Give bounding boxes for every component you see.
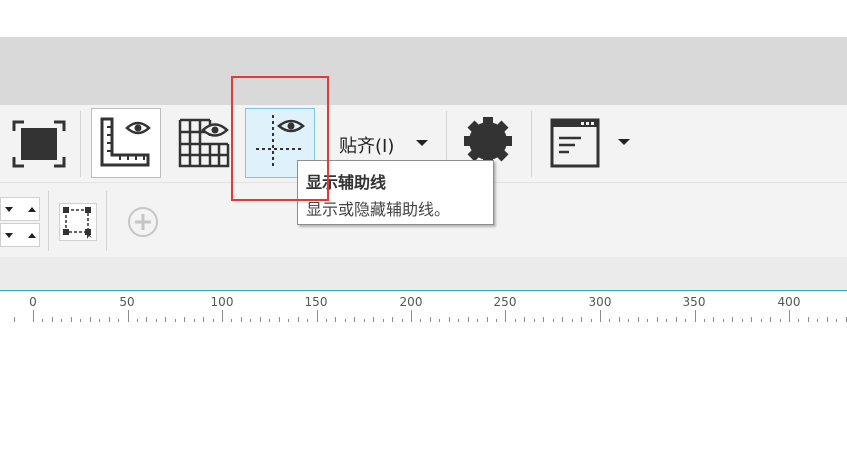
ruler-label: 300: [588, 295, 612, 309]
ruler-tick: [128, 310, 129, 322]
show-grid-icon: [178, 118, 230, 168]
propbar-separator: [106, 191, 107, 251]
ruler-tick: [789, 310, 790, 322]
spinner-top[interactable]: [0, 197, 40, 221]
ruler-label: 400: [777, 295, 801, 309]
transform-icon: [63, 207, 92, 239]
snap-to-dropdown[interactable]: 贴齐(I): [336, 129, 436, 159]
ruler-label: 250: [493, 295, 517, 309]
ruler-label: 350: [682, 295, 706, 309]
transform-button[interactable]: [59, 203, 97, 241]
plus-circle-icon: [128, 207, 158, 237]
show-rulers-icon: [100, 117, 151, 167]
show-grid-button[interactable]: [170, 108, 236, 178]
ruler-tick: [317, 310, 318, 322]
propbar-separator: [48, 191, 49, 251]
chevron-down-icon: [416, 140, 428, 146]
application-launcher-dropdown[interactable]: [614, 135, 634, 151]
ruler-label: 50: [119, 295, 135, 309]
title-bar: [0, 37, 847, 105]
ruler-tick: [600, 310, 601, 322]
spin-arrows-icon: [5, 233, 36, 238]
toolbar-separator: [531, 111, 532, 177]
snap-to-label: 贴齐(I): [339, 136, 395, 157]
ruler-label: 150: [304, 295, 328, 309]
drawing-canvas[interactable]: [0, 322, 847, 459]
ruler-label: 100: [210, 295, 234, 309]
show-rulers-button[interactable]: [91, 108, 161, 178]
fullscreen-icon: [12, 120, 66, 168]
ruler-tick: [411, 310, 412, 322]
spinner-bottom[interactable]: [0, 223, 40, 247]
window-icon: [550, 118, 600, 168]
horizontal-ruler[interactable]: 0 50 100 150 200 250 300 350 400: [0, 290, 847, 322]
spin-arrows-icon: [5, 207, 36, 212]
application-launcher-button[interactable]: [545, 113, 605, 175]
docker-spacer: [0, 257, 847, 290]
ruler-tick: [505, 310, 506, 322]
ruler-tick: [222, 310, 223, 322]
ruler-label: 0: [29, 295, 37, 309]
chevron-down-icon: [618, 139, 630, 145]
top-band: [0, 0, 847, 37]
add-button[interactable]: [126, 205, 160, 239]
full-screen-button[interactable]: [8, 113, 70, 175]
ruler-label: 200: [399, 295, 423, 309]
highlight-box: [231, 76, 329, 201]
ruler-tick: [33, 310, 34, 322]
ruler-tick: [695, 310, 696, 322]
toolbar-separator: [80, 111, 81, 177]
